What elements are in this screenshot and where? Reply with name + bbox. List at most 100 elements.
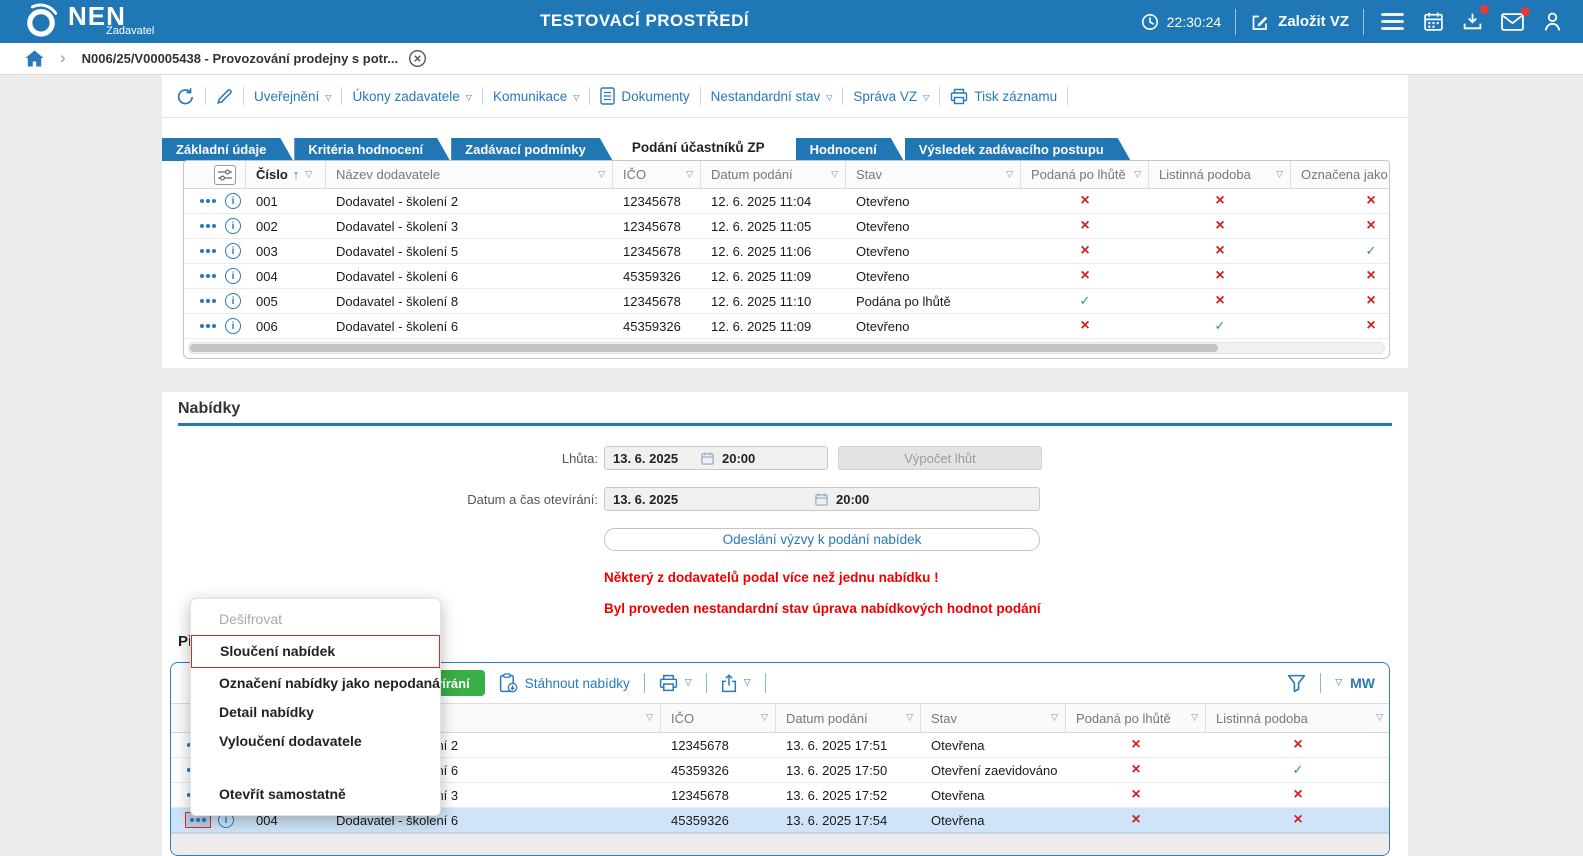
info-icon[interactable]: i [225,268,241,284]
filter-icon[interactable]: ▽ [686,170,693,180]
table-row[interactable]: i001Dodavatel - školení 21234567812. 6. … [184,189,1389,214]
table-row[interactable]: i004Dodavatel - školení 64535932612. 6. … [184,264,1389,289]
create-vz-button[interactable]: Založit VZ [1250,12,1349,32]
podani-table: Číslo↑▽Název dodavatele▽IČO▽Datum podání… [183,160,1390,359]
action-item-3[interactable]: Úkony zadavatele▽ [352,89,471,104]
row-actions-button[interactable] [198,320,218,332]
row-actions-button[interactable] [198,270,218,282]
filter-icon[interactable]: ▽ [1276,170,1283,180]
download-bids-button[interactable]: Stáhnout nabídky [499,673,630,693]
calendar-small-icon[interactable] [815,493,828,506]
filter-icon[interactable]: ▽ [761,713,768,723]
column-header-po_lhute[interactable]: Podaná po lhůtě▽ [1066,704,1206,732]
otevirani-field[interactable]: 13. 6. 2025 20:00 [604,487,1040,511]
calendar-button[interactable] [1421,9,1446,34]
column-header-datum[interactable]: Datum podání▽ [776,704,921,732]
menu-item-1[interactable]: Sloučení nabídek [191,635,440,668]
menu-item-3[interactable]: Detail nabídky [191,698,440,727]
tab-5[interactable]: Výsledek zadávacího postupu [905,138,1131,161]
downloads-button[interactable] [1460,9,1485,34]
action-item-5[interactable]: Dokumenty [600,87,689,105]
filter-button[interactable] [1287,674,1306,692]
vypocet-lhut-button[interactable]: Výpočet lhůt [838,446,1042,470]
column-header-ico[interactable]: IČO▽ [613,161,701,188]
tab-2[interactable]: Zadávací podmínky [451,138,613,161]
table-row[interactable]: i005Dodavatel - školení 81234567812. 6. … [184,289,1389,314]
column-header-stav[interactable]: Stav▽ [846,161,1021,188]
lhuta-time[interactable]: 20:00 [722,451,755,466]
row-actions-button[interactable] [198,220,218,232]
pencil-button[interactable] [216,88,233,105]
cell-po_lhute: × [1021,314,1149,338]
filter-icon[interactable]: ▽ [646,713,653,723]
column-label: Podaná po lhůtě [1031,167,1126,182]
column-header-listinna[interactable]: Listinná podoba▽ [1149,161,1291,188]
row-actions-button[interactable] [198,245,218,257]
download-tray-icon [1462,11,1483,32]
tab-3[interactable]: Podání účastníků ZP [614,134,795,161]
table-row[interactable]: i003Dodavatel - školení 51234567812. 6. … [184,239,1389,264]
horizontal-scrollbar[interactable] [188,342,1385,354]
user-tag[interactable]: MW [1350,675,1375,691]
menu-item-4[interactable]: Vyloučení dodavatele [191,727,440,756]
row-actions-button[interactable] [198,295,218,307]
info-icon[interactable]: i [225,193,241,209]
profile-button[interactable] [1540,9,1565,34]
breadcrumb[interactable]: N006/25/V00005438 - Provozování prodejny… [82,51,398,66]
calendar-small-icon[interactable] [701,452,714,465]
action-item-4[interactable]: Komunikace▽ [493,89,579,104]
column-settings-icon[interactable] [214,165,236,185]
column-header-listinna[interactable]: Listinná podoba▽ [1206,704,1390,732]
history-button[interactable] [176,87,195,106]
filter-icon[interactable]: ▽ [1006,170,1013,180]
filter-icon[interactable]: ▽ [1134,170,1141,180]
info-icon[interactable]: i [225,243,241,259]
filter-icon[interactable]: ▽ [305,170,312,180]
column-header-ico[interactable]: IČO▽ [661,704,776,732]
menu-button[interactable] [1378,10,1407,33]
otevirani-time[interactable]: 20:00 [836,492,869,507]
info-icon[interactable]: i [225,318,241,334]
action-item-2[interactable]: Uveřejnění▽ [254,89,331,104]
column-header-stav[interactable]: Stav▽ [921,704,1066,732]
column-header-nazev[interactable]: Název dodavatele▽ [326,161,613,188]
otevirani-date[interactable]: 13. 6. 2025 [613,492,815,507]
menu-item-2[interactable]: Označení nabídky jako nepodaná [191,669,440,698]
lhuta-date[interactable]: 13. 6. 2025 [613,451,701,466]
scrollbar-thumb[interactable] [190,344,1218,352]
odeslani-vyzvy-button[interactable]: Odeslání výzvy k podání nabídek [604,528,1040,551]
home-button[interactable] [25,50,44,67]
filter-icon[interactable]: ▽ [906,713,913,723]
filter-icon[interactable]: ▽ [598,170,605,180]
tab-4[interactable]: Hodnocení [796,138,904,161]
chevron-down-icon: ▽ [325,93,331,102]
nen-logo[interactable]: NEN Zadavatel [22,3,154,41]
column-header-nepodana[interactable]: Označena jako nepodaná▽ [1291,161,1390,188]
print-button[interactable]: ▽ [659,674,692,692]
action-item-8[interactable]: Tisk záznamu [950,88,1057,105]
user-filter-dropdown-icon[interactable]: ▽ [1335,678,1342,688]
tab-1[interactable]: Kritéria hodnocení [294,138,450,161]
column-header-cislo[interactable]: Číslo↑▽ [246,161,326,188]
menu-item-5[interactable]: Otevřít samostatně [191,780,440,809]
column-header-po_lhute[interactable]: Podaná po lhůtě ▽ [1021,161,1149,188]
column-header-datum[interactable]: Datum podání▽ [701,161,846,188]
action-item-7[interactable]: Správa VZ▽ [853,89,929,104]
close-tab-button[interactable] [408,49,427,68]
filter-icon[interactable]: ▽ [1191,713,1198,723]
export-button[interactable]: ▽ [721,674,751,693]
info-icon[interactable]: i [225,218,241,234]
cell-nazev: Dodavatel - školení 6 [326,264,613,288]
table-row[interactable]: i002Dodavatel - školení 31234567812. 6. … [184,214,1389,239]
filter-icon[interactable]: ▽ [831,170,838,180]
info-icon[interactable]: i [225,293,241,309]
cell-listinna: × [1149,189,1291,213]
filter-icon[interactable]: ▽ [1376,713,1383,723]
action-item-6[interactable]: Nestandardní stav▽ [711,89,833,104]
lhuta-field[interactable]: 13. 6. 2025 20:00 [604,446,828,470]
tab-0[interactable]: Základní údaje [162,138,293,161]
table-row[interactable]: i006Dodavatel - školení 64535932612. 6. … [184,314,1389,339]
filter-icon[interactable]: ▽ [1051,713,1058,723]
messages-button[interactable] [1499,11,1526,33]
row-actions-button[interactable] [198,195,218,207]
